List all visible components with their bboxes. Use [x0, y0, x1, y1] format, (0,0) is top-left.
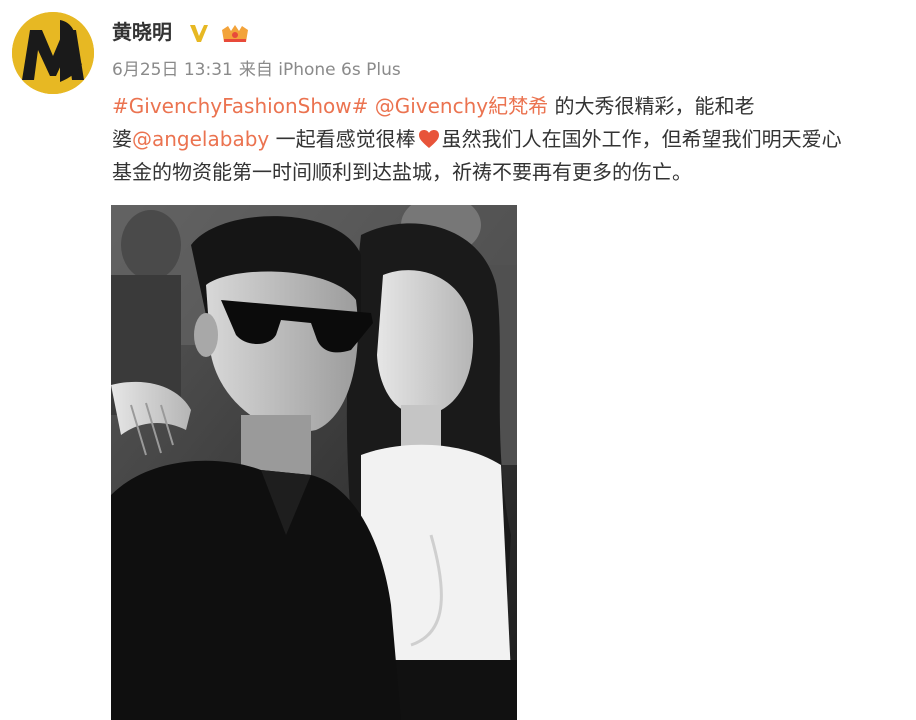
post-photo[interactable] — [111, 205, 517, 720]
post-text-segment: 的大秀很精彩，能和老 — [548, 94, 755, 118]
hashtag-link[interactable]: #GivenchyFashionShow# — [112, 94, 368, 118]
post-text: #GivenchyFashionShow# @Givenchy紀梵希 的大秀很精… — [112, 90, 912, 189]
post-text-segment: 婆 — [112, 127, 132, 151]
post-text-line: #GivenchyFashionShow# @Givenchy紀梵希 的大秀很精… — [112, 90, 912, 123]
post-text-segment: 基金的物资能第一时间顺利到达盐城，祈祷不要再有更多的伤亡。 — [112, 160, 692, 184]
vip-crown-icon[interactable] — [220, 22, 250, 44]
avatar-logo-icon — [12, 12, 94, 94]
heart-emoji-icon — [418, 130, 439, 148]
mention-givenchy-link[interactable]: @Givenchy紀梵希 — [375, 94, 548, 118]
post-text-segment: 一起看感觉很棒 — [269, 127, 416, 151]
mention-angelababy-link[interactable]: @angelababy — [132, 127, 269, 151]
user-avatar[interactable] — [12, 12, 94, 94]
post-timestamp[interactable]: 6月25日 13:31 — [112, 60, 233, 80]
post-text-segment: 虽然我们人在国外工作，但希望我们明天爱心 — [441, 127, 842, 151]
photo-couple-bw — [111, 205, 517, 720]
post-source: 来自 iPhone 6s Plus — [238, 60, 401, 80]
user-name[interactable]: 黄晓明 — [112, 18, 172, 46]
weibo-post: 黄晓明 6月25日 13:31 来自 iPhone 6s Plus #Givenc… — [0, 0, 916, 720]
verified-v-icon — [190, 25, 208, 42]
post-meta: 6月25日 13:31 来自 iPhone 6s Plus — [112, 58, 407, 82]
post-text-line: 基金的物资能第一时间顺利到达盐城，祈祷不要再有更多的伤亡。 — [112, 156, 912, 189]
post-text-line: 婆@angelababy 一起看感觉很棒 虽然我们人在国外工作，但希望我们明天爱心 — [112, 123, 912, 156]
